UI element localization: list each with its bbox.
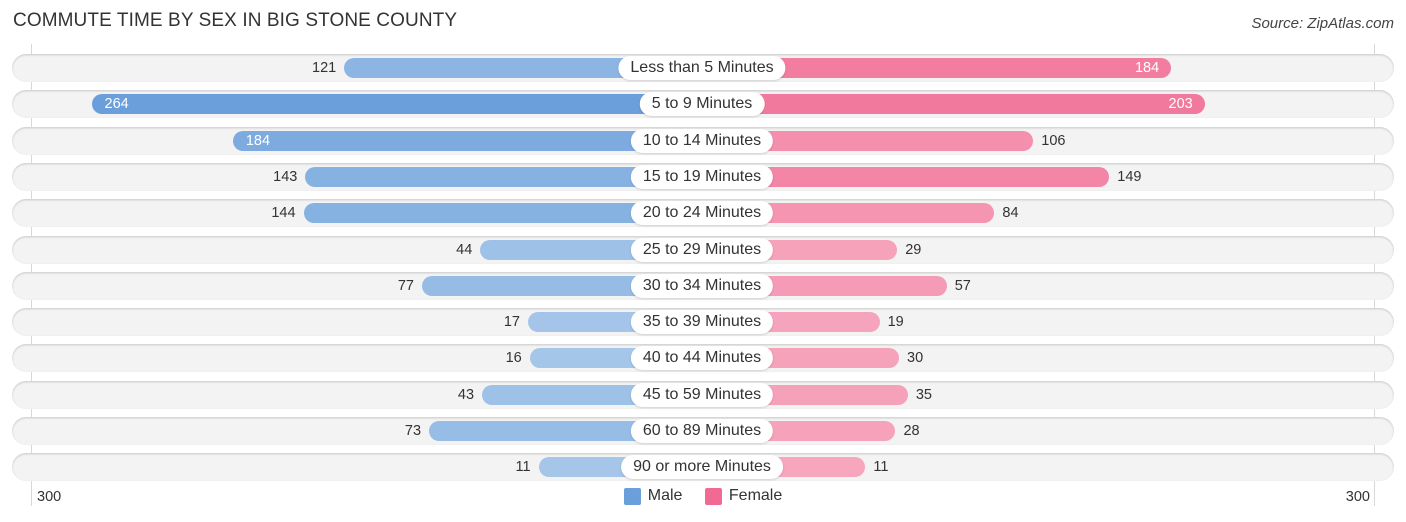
value-label-male: 17 bbox=[503, 314, 520, 331]
value-label-female: 28 bbox=[903, 423, 920, 439]
category-label: 15 to 19 Minutes bbox=[630, 164, 774, 189]
value-label-female: 84 bbox=[1002, 205, 1019, 222]
value-label-female: 30 bbox=[907, 350, 924, 367]
category-label: 35 to 39 Minutes bbox=[630, 310, 774, 335]
legend-swatch-male bbox=[623, 487, 641, 505]
value-label-male: 16 bbox=[505, 350, 522, 367]
legend-swatch-female bbox=[704, 487, 722, 505]
category-label: 45 to 59 Minutes bbox=[630, 382, 774, 407]
value-label-male: 184 bbox=[245, 132, 271, 149]
value-label-male: 121 bbox=[312, 60, 337, 76]
legend: Male Female bbox=[0, 487, 1406, 510]
category-label: 30 to 34 Minutes bbox=[630, 273, 774, 298]
value-label-female: 57 bbox=[954, 277, 971, 294]
value-label-male: 143 bbox=[273, 168, 298, 185]
category-label: 5 to 9 Minutes bbox=[639, 92, 765, 117]
legend-label-female: Female bbox=[728, 487, 783, 504]
value-label-male: 11 bbox=[515, 459, 531, 476]
value-label-male: 44 bbox=[456, 241, 473, 258]
value-label-female: 35 bbox=[915, 386, 932, 403]
value-label-female: 29 bbox=[905, 241, 922, 258]
value-label-female: 184 bbox=[1134, 60, 1160, 76]
value-label-male: 43 bbox=[457, 386, 475, 403]
legend-item-male[interactable]: Male bbox=[623, 487, 683, 505]
source-label: Source: ZipAtlas.com bbox=[1251, 15, 1394, 32]
category-label: 10 to 14 Minutes bbox=[630, 128, 774, 153]
category-label: 40 to 44 Minutes bbox=[630, 346, 774, 371]
category-label: 60 to 89 Minutes bbox=[630, 419, 774, 443]
category-label: 90 or more Minutes bbox=[621, 455, 783, 480]
category-label: 20 to 24 Minutes bbox=[630, 201, 774, 226]
chart-title: COMMUTE TIME BY SEX IN BIG STONE COUNTY bbox=[13, 10, 458, 31]
bar-male[interactable] bbox=[91, 94, 702, 115]
value-label-female: 149 bbox=[1117, 168, 1142, 185]
value-label-male: 73 bbox=[404, 423, 422, 439]
bar-female[interactable] bbox=[702, 94, 1205, 115]
value-label-male: 264 bbox=[104, 96, 129, 113]
value-label-male: 77 bbox=[397, 277, 414, 294]
legend-label-male: Male bbox=[647, 487, 683, 504]
value-label-female: 203 bbox=[1168, 96, 1193, 113]
legend-item-female[interactable]: Female bbox=[704, 487, 783, 505]
value-label-female: 106 bbox=[1041, 132, 1066, 149]
value-label-female: 19 bbox=[887, 314, 904, 331]
value-label-female: 11 bbox=[873, 459, 889, 476]
category-label: Less than 5 Minutes bbox=[618, 56, 786, 80]
category-label: 25 to 29 Minutes bbox=[630, 237, 774, 262]
value-label-male: 144 bbox=[271, 205, 296, 222]
